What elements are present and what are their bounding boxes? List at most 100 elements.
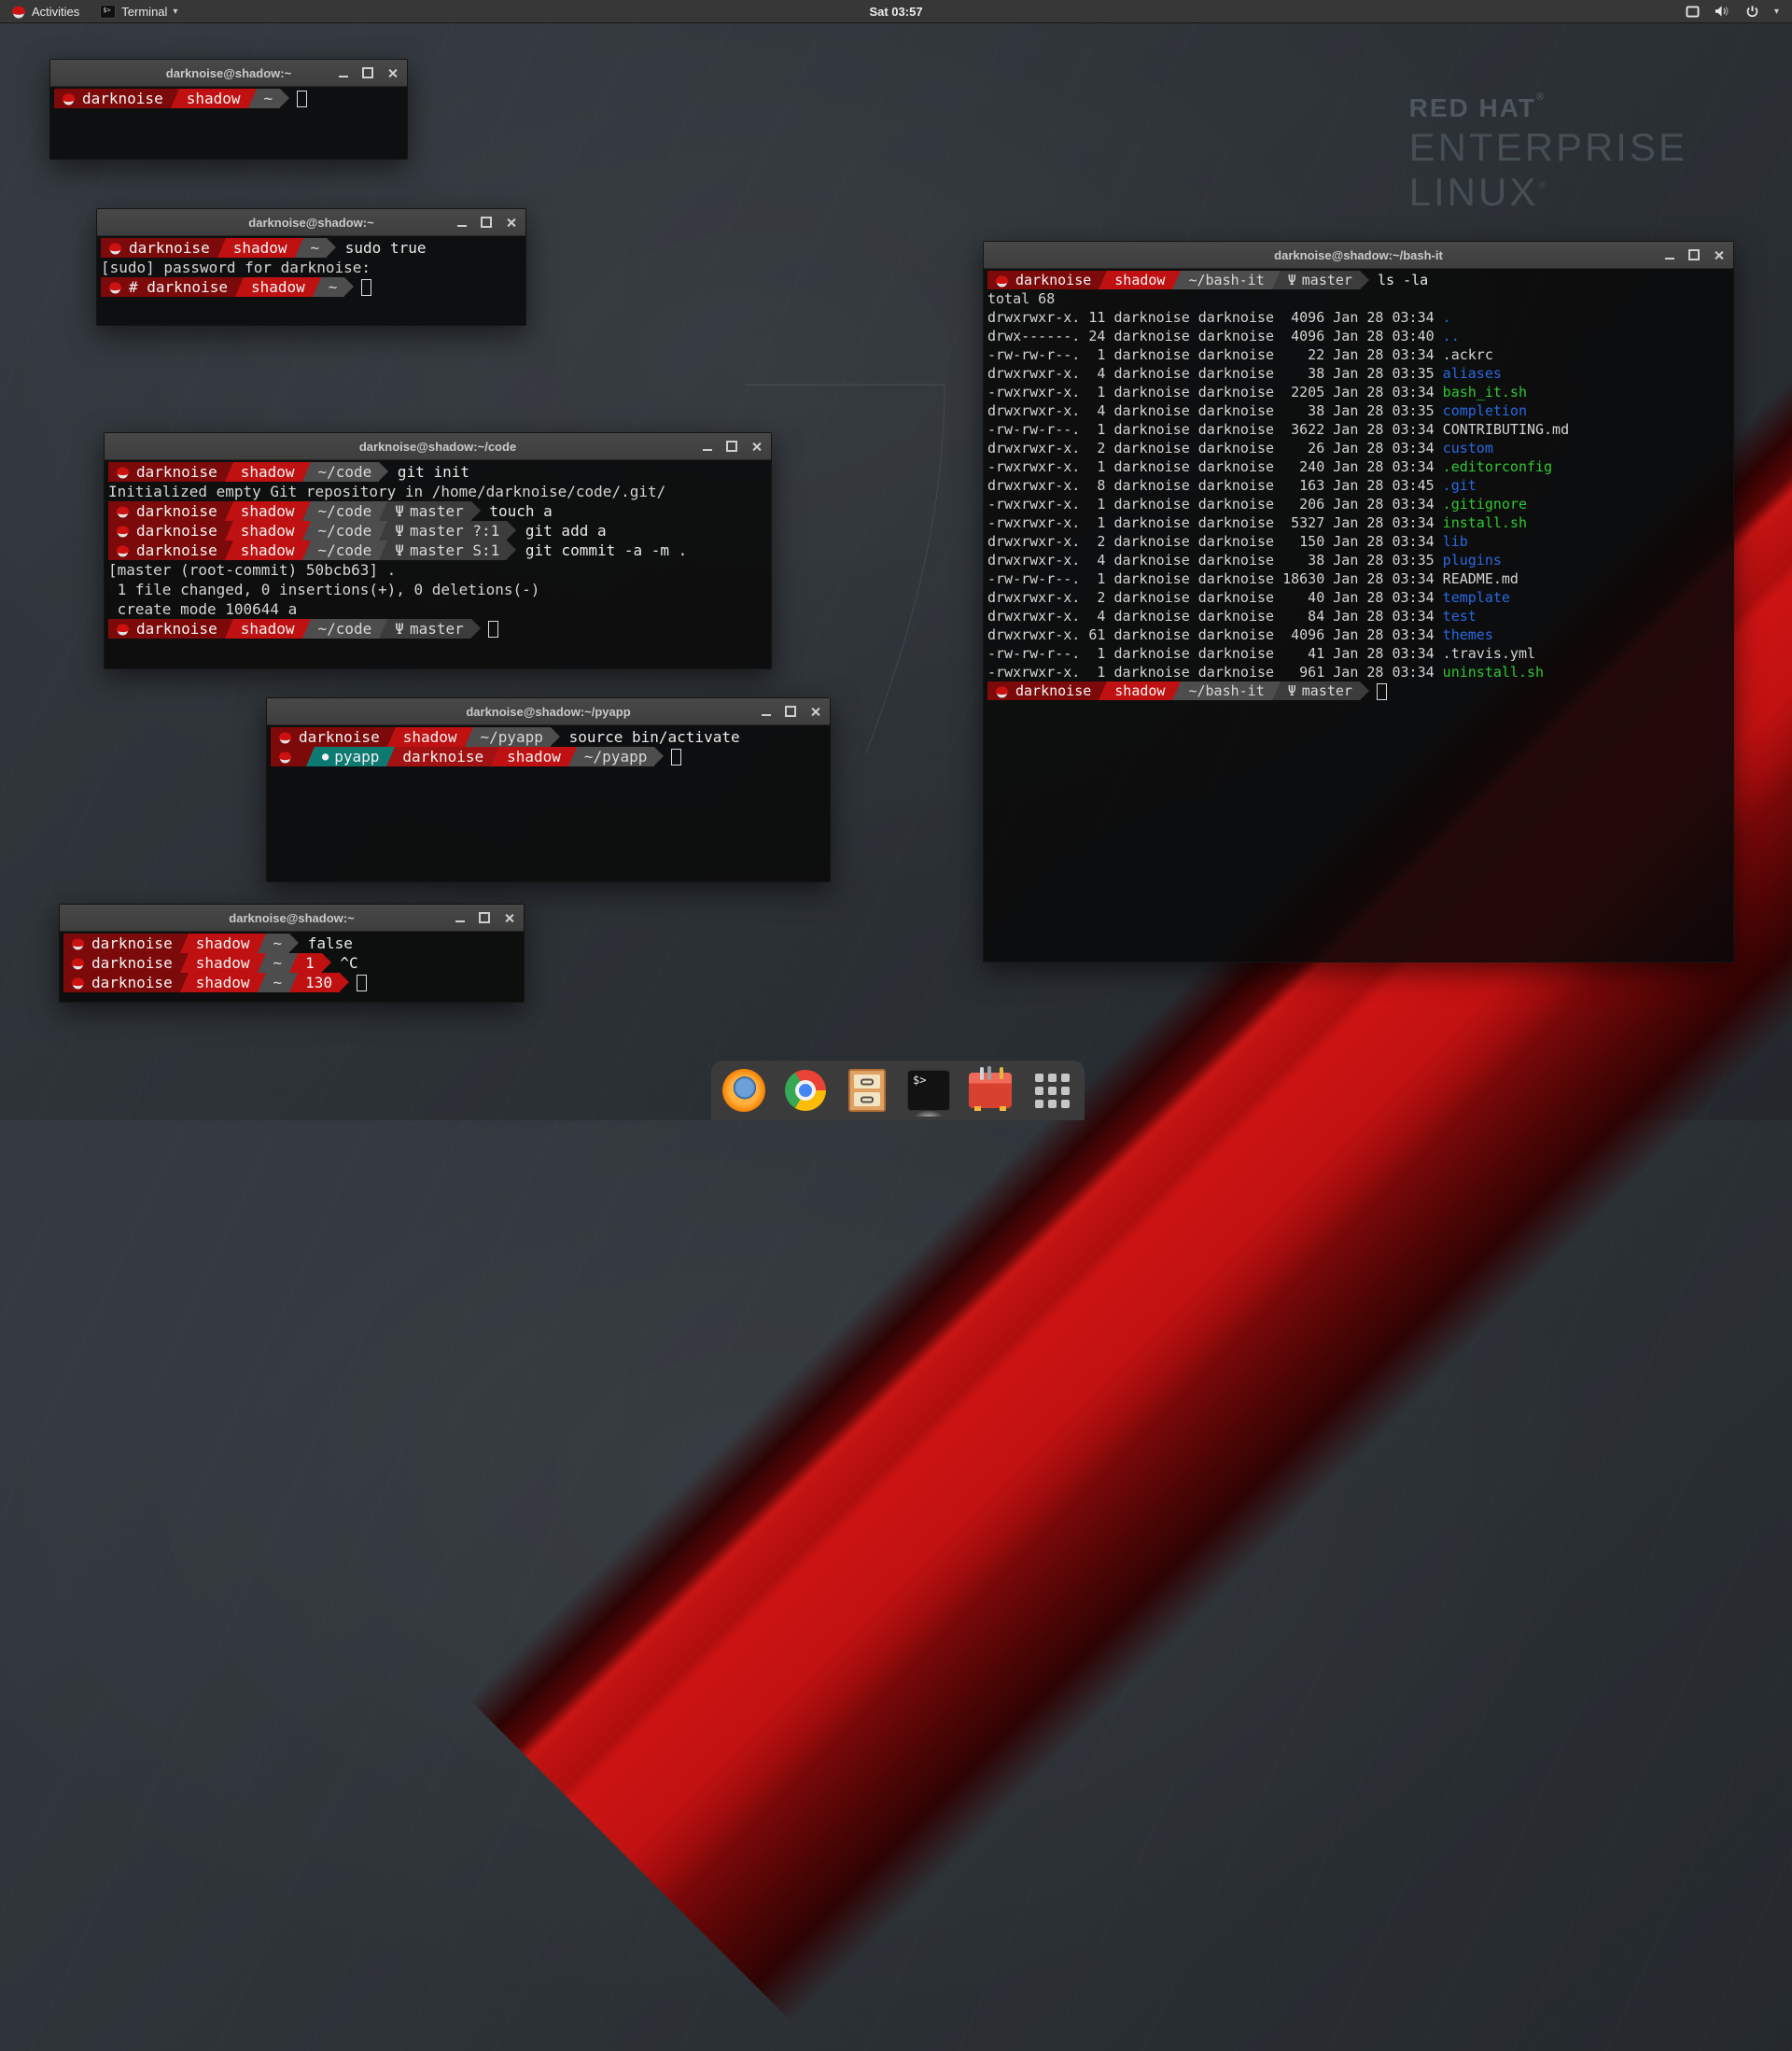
prompt-segment-git: Ψmaster S:1 xyxy=(387,541,507,560)
minimize-button[interactable] xyxy=(339,76,348,77)
maximize-button[interactable] xyxy=(1688,249,1700,260)
segment-separator xyxy=(225,541,233,560)
dock-files-icon[interactable] xyxy=(846,1068,889,1113)
window-titlebar[interactable]: darknoise@shadow:~ xyxy=(60,905,524,932)
terminal-content[interactable]: darknoiseshadow~ xyxy=(50,86,407,159)
terminal-window[interactable]: darknoise@shadow:~darknoiseshadow~ false… xyxy=(59,904,525,1003)
maximize-button[interactable] xyxy=(726,441,737,452)
minimize-button[interactable] xyxy=(1665,258,1674,260)
window-title: darknoise@shadow:~/pyapp xyxy=(466,705,630,719)
terminal-text: source bin/activate xyxy=(560,727,740,747)
terminal-text: [master (root-commit) 50bcb63] . xyxy=(108,560,396,580)
window-titlebar[interactable]: darknoise@shadow:~ xyxy=(50,60,407,87)
prompt-segment-user: # darknoise xyxy=(101,277,235,297)
close-button[interactable] xyxy=(751,442,762,452)
redhat-icon xyxy=(995,274,1009,288)
window-titlebar[interactable]: darknoise@shadow:~/bash-it xyxy=(984,242,1733,269)
redhat-icon xyxy=(71,976,85,990)
python-icon: ● xyxy=(322,747,329,766)
terminal-text: drwxrwxr-x. 2 darknoise darknoise 26 Jan… xyxy=(987,439,1443,457)
minimize-button[interactable] xyxy=(703,449,712,451)
minimize-button[interactable] xyxy=(457,225,467,227)
terminal-window[interactable]: darknoise@shadow:~/bash-itdarknoiseshado… xyxy=(983,241,1734,962)
git-branch-icon: Ψ xyxy=(395,541,404,560)
redhat-icon xyxy=(108,241,122,255)
maximize-button[interactable] xyxy=(481,217,492,228)
terminal-content[interactable]: darknoiseshadow~/bash-itΨmaster ls -lato… xyxy=(984,268,1733,962)
terminal-line: -rwxrwxr-x. 1 darknoise darknoise 5327 J… xyxy=(987,513,1729,532)
terminal-window[interactable]: darknoise@shadow:~/pyappdarknoiseshadow~… xyxy=(266,697,831,882)
screen-icon xyxy=(1686,6,1700,18)
prompt-segment-git: Ψmaster ?:1 xyxy=(387,521,507,541)
segment-separator xyxy=(1099,271,1107,289)
brand-line2: ENTERPRISE xyxy=(1409,125,1687,170)
terminal-line: darknoiseshadow~/bash-itΨmaster xyxy=(987,681,1729,700)
close-button[interactable] xyxy=(504,913,514,923)
dock-toolbox-icon[interactable] xyxy=(969,1068,1012,1113)
prompt-segment-host: shadow xyxy=(499,747,568,766)
segment-separator xyxy=(248,89,257,108)
clock[interactable]: Sat 03:57 xyxy=(869,5,922,19)
terminal-window[interactable]: darknoise@shadow:~ darknoiseshadow~ sudo … xyxy=(96,208,526,326)
dock-chrome-icon[interactable] xyxy=(784,1068,827,1113)
prompt-segment-path: ~/code xyxy=(311,541,380,560)
minimize-button[interactable] xyxy=(455,920,465,922)
window-title: darknoise@shadow:~ xyxy=(248,216,373,230)
window-titlebar[interactable]: darknoise@shadow:~/pyapp xyxy=(267,698,830,725)
terminal-text: -rw-rw-r--. 1 darknoise darknoise 22 Jan… xyxy=(987,345,1493,364)
terminal-cursor xyxy=(671,749,681,766)
terminal-content[interactable]: darknoiseshadow~ falsedarknoiseshadow~1 … xyxy=(60,931,524,1002)
terminal-content[interactable]: darknoiseshadow~/code git initInitialize… xyxy=(105,459,771,668)
terminal-text: drwxrwxr-x. 61 darknoise darknoise 4096 … xyxy=(987,625,1443,644)
terminal-text: install.sh xyxy=(1443,513,1527,532)
prompt-segment-host: shadow xyxy=(226,238,295,258)
redhat-icon xyxy=(116,622,130,636)
system-status-area[interactable]: ▾ xyxy=(1686,0,1792,22)
segment-separator xyxy=(379,619,387,639)
minimize-button[interactable] xyxy=(762,714,771,716)
maximize-button[interactable] xyxy=(362,67,373,78)
window-titlebar[interactable]: darknoise@shadow:~ xyxy=(97,209,525,236)
window-controls xyxy=(339,60,398,86)
terminal-line: drwxrwxr-x. 4 darknoise darknoise 84 Jan… xyxy=(987,607,1729,625)
window-controls xyxy=(1665,242,1724,268)
maximize-button[interactable] xyxy=(785,706,796,717)
terminal-text: drwxrwxr-x. 11 darknoise darknoise 4096 … xyxy=(987,308,1443,327)
activities-button[interactable]: Activities xyxy=(0,0,91,22)
terminal-line: darknoiseshadow~/codeΨmaster ?:1 git add… xyxy=(108,521,767,541)
dock-firefox-icon[interactable] xyxy=(722,1068,765,1113)
dock-terminal-icon[interactable]: $> xyxy=(907,1068,950,1113)
desktop: { "topbar": { "activities": "Activities"… xyxy=(0,0,1792,1120)
terminal-window[interactable]: darknoise@shadow:~darknoiseshadow~ xyxy=(49,59,408,160)
segment-separator xyxy=(225,619,233,639)
dock-app-grid-icon[interactable] xyxy=(1030,1068,1073,1113)
close-button[interactable] xyxy=(506,218,516,228)
close-button[interactable] xyxy=(387,68,398,78)
terminal-cursor xyxy=(357,975,367,991)
terminal-window[interactable]: darknoise@shadow:~/codedarknoiseshadow~/… xyxy=(104,432,772,669)
maximize-button[interactable] xyxy=(479,912,490,923)
prompt-segment-path: ~ xyxy=(266,934,290,953)
segment-separator xyxy=(1099,681,1107,700)
terminal-cursor xyxy=(1377,683,1387,700)
terminal-text: -rwxrwxr-x. 1 darknoise darknoise 5327 J… xyxy=(987,513,1443,532)
terminal-content[interactable]: darknoiseshadow~ sudo true[sudo] passwor… xyxy=(97,235,525,325)
terminal-text: drwxrwxr-x. 4 darknoise darknoise 38 Jan… xyxy=(987,551,1443,569)
volume-icon xyxy=(1715,5,1730,18)
git-branch-icon: Ψ xyxy=(395,501,404,521)
prompt-segment-git: Ψmaster xyxy=(1281,271,1360,289)
terminal-line: drwxrwxr-x. 8 darknoise darknoise 163 Ja… xyxy=(987,476,1729,495)
window-titlebar[interactable]: darknoise@shadow:~/code xyxy=(105,433,771,460)
terminal-line: darknoiseshadow~1 ^C xyxy=(63,953,520,973)
close-button[interactable] xyxy=(1714,250,1724,260)
prompt-arrow-icon xyxy=(471,501,481,520)
segment-separator xyxy=(379,521,387,541)
prompt-segment-user: darknoise xyxy=(108,501,225,521)
terminal-text: -rw-rw-r--. 1 darknoise darknoise 3622 J… xyxy=(987,420,1569,439)
redhat-icon xyxy=(62,91,76,105)
close-button[interactable] xyxy=(810,707,820,717)
app-menu[interactable]: $> Terminal ▾ xyxy=(91,0,187,22)
prompt-segment-git: Ψmaster xyxy=(1281,681,1360,700)
prompt-segment-path: ~/pyapp xyxy=(577,747,654,766)
terminal-content[interactable]: darknoiseshadow~/pyapp source bin/activa… xyxy=(267,724,830,881)
